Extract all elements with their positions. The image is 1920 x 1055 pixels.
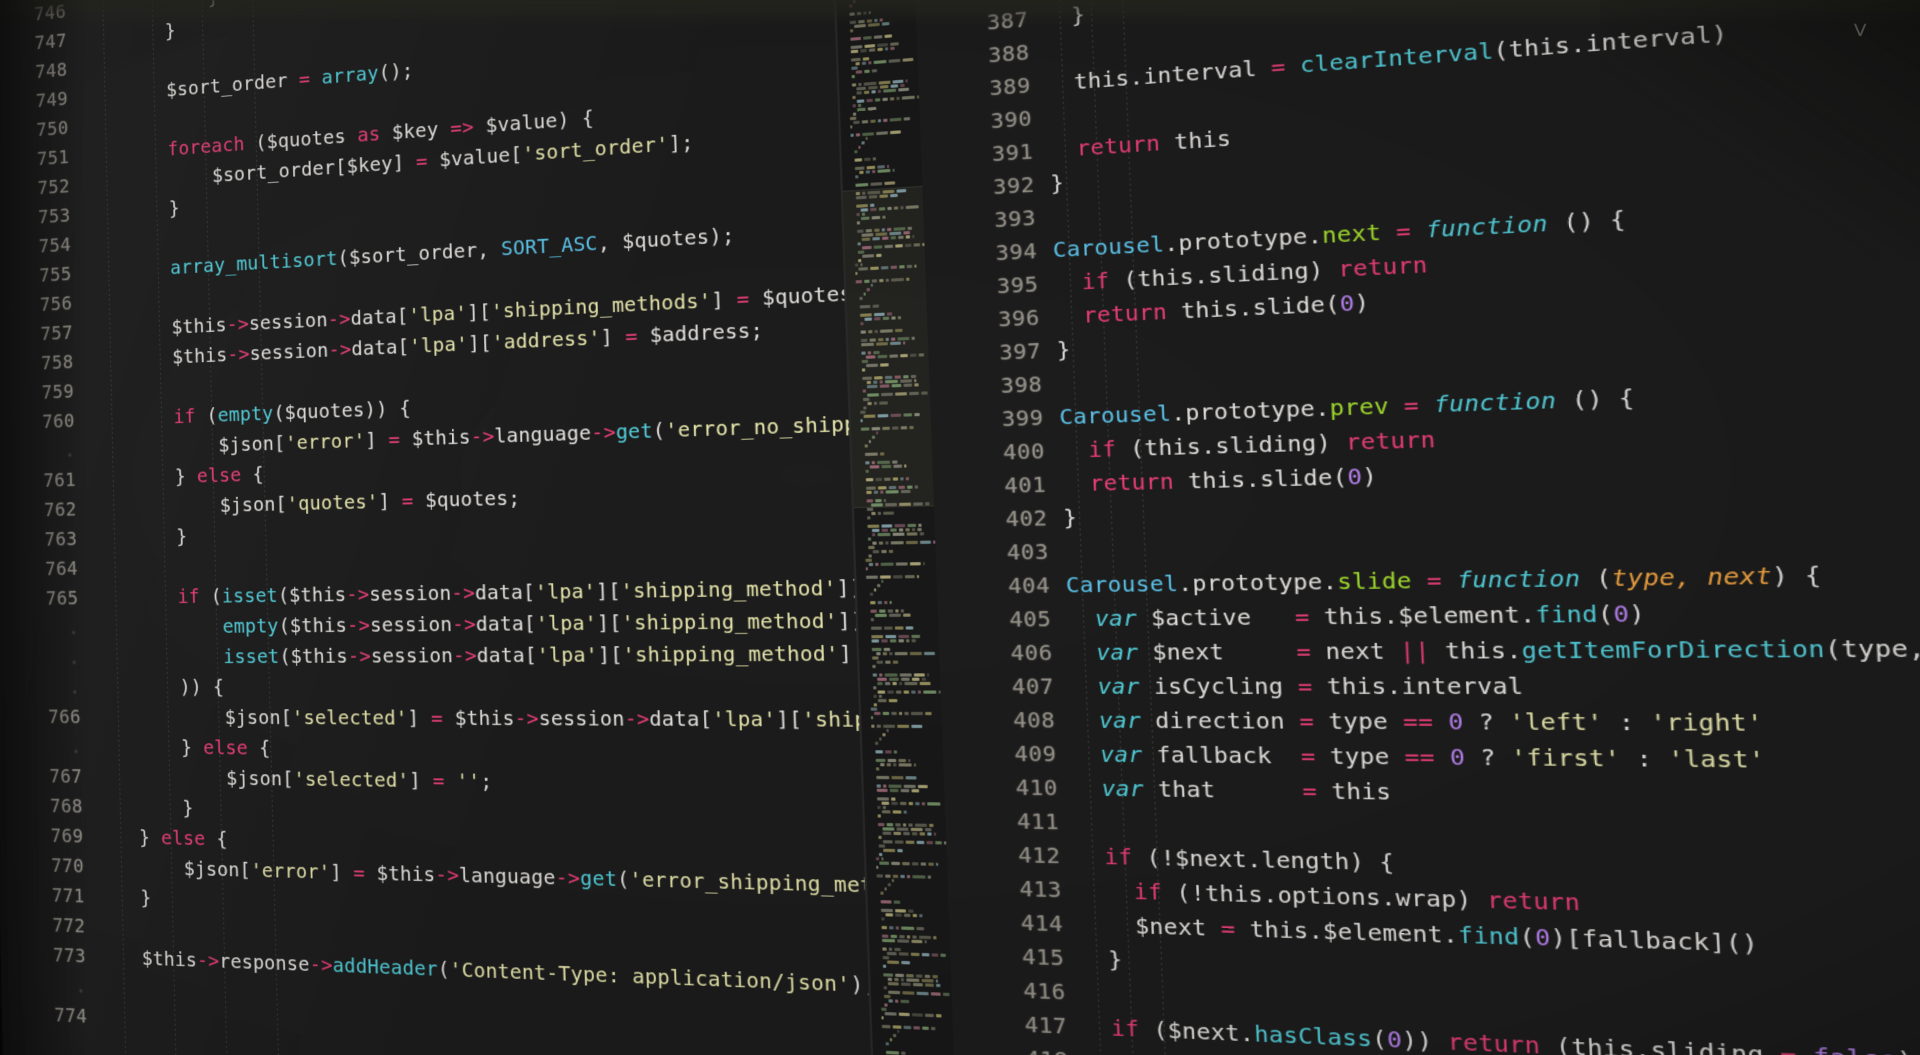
line-number: 757	[40, 320, 74, 345]
line-number: 759	[41, 379, 75, 404]
code-content-right[interactable]: || (this.paused = true) if (this.$elemen…	[1036, 0, 1920, 1055]
minimap-line	[865, 728, 942, 733]
screenshot-root: 7447457467477487497507517527537547557567…	[0, 0, 1920, 1055]
line-number: 414	[1020, 909, 1064, 937]
minimap-line	[862, 643, 939, 647]
line-number: 400	[1002, 437, 1046, 465]
line-number: .	[70, 734, 82, 758]
line-number: 396	[997, 304, 1041, 332]
minimap-line	[861, 618, 938, 622]
line-number: 768	[49, 793, 84, 818]
minimap-line	[865, 724, 942, 729]
line-number: 408	[1012, 706, 1056, 734]
line-number: 758	[40, 349, 74, 375]
line-number: 764	[44, 556, 79, 580]
line-number: 394	[994, 237, 1038, 266]
minimap-line	[866, 763, 943, 767]
line-number: .	[69, 675, 81, 699]
line-number: 769	[50, 823, 84, 848]
minimap-line	[866, 750, 943, 754]
line-number: 404	[1007, 571, 1051, 599]
line-number: 413	[1018, 875, 1063, 903]
chevron-down-icon[interactable]: ˅	[1852, 18, 1868, 44]
line-number: .	[64, 438, 76, 462]
line-number: 405	[1008, 605, 1052, 633]
line-number: 763	[44, 526, 78, 551]
minimap-line	[864, 690, 941, 694]
line-number: 756	[39, 291, 73, 316]
line-number: 411	[1016, 807, 1060, 835]
minimap-line	[863, 660, 940, 664]
line-number: .	[68, 645, 80, 669]
minimap-line	[862, 656, 939, 660]
minimap-line	[863, 669, 940, 672]
minimap-line	[861, 613, 938, 618]
line-number: 417	[1023, 1011, 1068, 1040]
minimap-line	[864, 707, 941, 711]
line-number: .	[75, 973, 87, 998]
minimap-line	[861, 609, 938, 613]
line-number: 406	[1009, 639, 1054, 666]
line-number: 767	[49, 764, 83, 788]
minimap-line	[864, 716, 941, 720]
code-line[interactable]: )) {	[92, 670, 858, 703]
minimap-line	[861, 626, 938, 630]
minimap-line	[863, 677, 940, 681]
line-number: 772	[52, 913, 86, 938]
line-number: 771	[51, 883, 85, 908]
minimap-line	[866, 754, 943, 758]
line-number: 770	[50, 853, 85, 878]
line-number: 403	[1006, 538, 1050, 566]
line-number: 416	[1022, 977, 1067, 1005]
line-number: 412	[1017, 841, 1061, 869]
minimap-line	[861, 630, 938, 634]
line-number: 762	[43, 497, 77, 521]
minimap-line	[865, 720, 942, 724]
minimap-line	[862, 634, 939, 639]
line-number: 395	[996, 270, 1039, 299]
line-number: 397	[998, 337, 1042, 366]
minimap-line	[862, 647, 939, 652]
line-number: 399	[1001, 404, 1045, 432]
editor-screen: 7447457467477487497507517527537547557567…	[0, 0, 1920, 1055]
line-number: 415	[1021, 943, 1065, 971]
line-number: 765	[45, 586, 79, 610]
minimap-line	[862, 651, 939, 656]
code-line[interactable]: isset($this->session->data['lpa']['shipp…	[92, 637, 878, 672]
minimap-line	[863, 664, 940, 669]
minimap-line	[865, 733, 942, 737]
line-number: 761	[43, 467, 77, 492]
line-number: 401	[1003, 471, 1047, 499]
editor-pane-left[interactable]: 7447457467477487497507517527537547557567…	[0, 0, 879, 1055]
code-content-left[interactable]: ); } } } $sort_order = array(); foreach …	[77, 0, 878, 1055]
editor-pane-right[interactable]: 3823833843853863873883893903913923933943…	[914, 0, 1920, 1055]
minimap-line	[863, 686, 940, 690]
line-number: 773	[52, 942, 87, 968]
minimap-line	[864, 703, 941, 707]
minimap-line	[864, 699, 941, 703]
code-line[interactable]: $json['selected'] = $this->session->data…	[93, 702, 878, 736]
line-number: 409	[1013, 740, 1058, 767]
minimap-line	[866, 767, 943, 771]
line-number: 410	[1015, 774, 1059, 801]
minimap-line	[861, 622, 938, 626]
minimap-line	[865, 741, 942, 746]
minimap-line	[861, 605, 938, 609]
line-number: 407	[1011, 673, 1055, 700]
minimap-line	[865, 737, 942, 741]
minimap-line	[866, 758, 943, 763]
minimap-line	[863, 681, 940, 686]
minimap-line	[865, 746, 942, 750]
line-number: 398	[999, 370, 1043, 399]
line-number: 766	[47, 704, 82, 728]
minimap-line	[864, 711, 941, 716]
line-number: 774	[53, 1002, 88, 1028]
line-number: 760	[41, 408, 75, 433]
code-line[interactable]: var isCycling = this.interval	[1069, 666, 1920, 706]
minimap-line	[864, 694, 941, 698]
minimap-line	[863, 673, 940, 677]
line-number: 402	[1004, 504, 1048, 532]
line-number: .	[67, 615, 80, 639]
minimap-line	[862, 639, 939, 643]
